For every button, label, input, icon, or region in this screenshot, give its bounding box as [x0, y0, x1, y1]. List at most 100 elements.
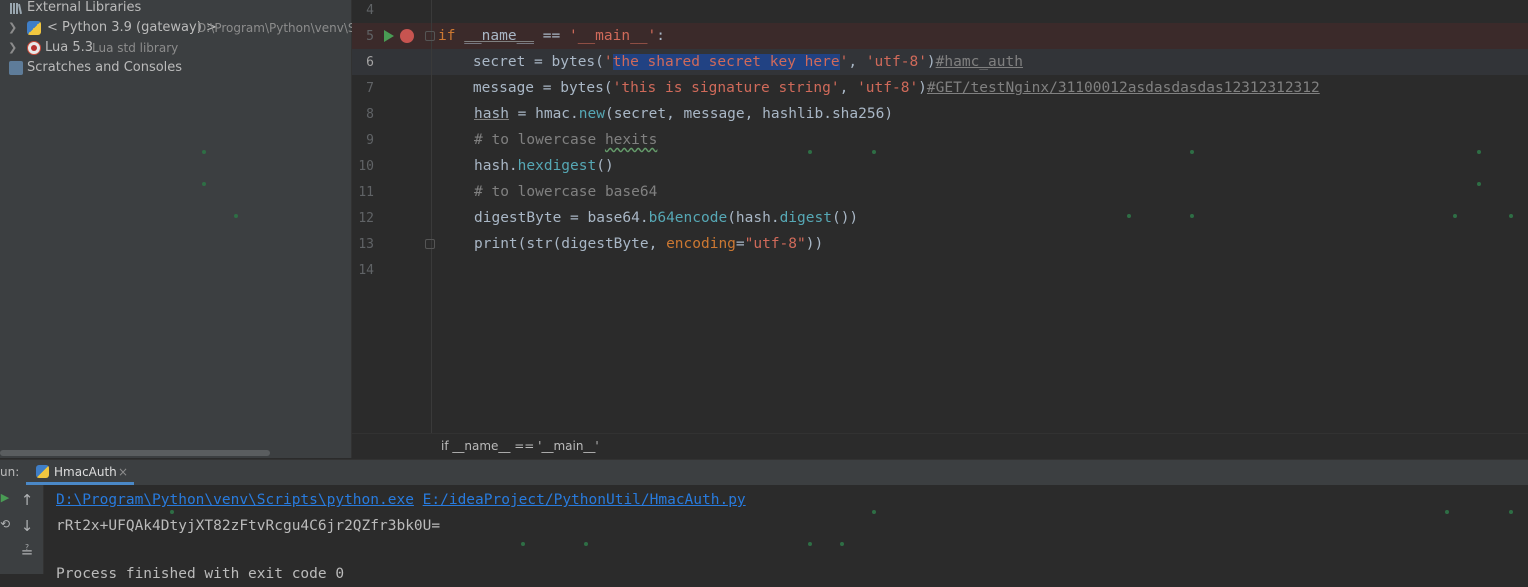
watermark-dot — [1127, 214, 1131, 218]
watermark-dot — [1190, 150, 1194, 154]
code-line-9[interactable]: # to lowercase hexits — [474, 127, 657, 153]
comment-token: #GET/testNginx/31100012asdasdasdas123123… — [926, 80, 1320, 96]
code-token: (secret, message, hashlib.sha256) — [604, 106, 894, 122]
operator-token: = — [735, 236, 745, 252]
code-token: secret = — [438, 54, 552, 70]
line-number: 11 — [358, 185, 374, 200]
code-token: () — [596, 158, 614, 174]
gutter-separator — [431, 0, 432, 433]
tree-item-label: < Python 3.9 (gateway) > — [47, 20, 217, 35]
code-token: = hmac. — [508, 106, 579, 122]
line-number: 7 — [366, 81, 374, 96]
arrow-down-icon[interactable]: ↓ — [16, 516, 38, 536]
code-token: digestByte = base64. — [474, 210, 649, 226]
watermark-dot — [1477, 182, 1481, 186]
fold-marker-icon[interactable] — [425, 239, 435, 249]
comment-token: # to lowercase — [474, 132, 605, 148]
function-token: hexdigest — [517, 158, 597, 174]
run-icon[interactable]: ▶ — [0, 488, 16, 508]
code-line-12[interactable]: digestByte = base64.b64encode(hash.diges… — [474, 205, 858, 231]
tree-item-label: External Libraries — [27, 0, 142, 15]
paren-token: ( — [595, 54, 604, 70]
code-line-10[interactable]: hash.hexdigest() — [474, 153, 614, 179]
breadcrumb[interactable]: if __name__ == '__main__' — [441, 437, 599, 455]
script-link[interactable]: E:/ideaProject/PythonUtil/HmacAuth.py — [423, 492, 746, 508]
line-number: 9 — [366, 133, 374, 148]
line-number: 5 — [366, 29, 374, 44]
code-line-7[interactable]: message = bytes('this is signature strin… — [438, 75, 1320, 101]
run-tab-label[interactable]: HmacAuth — [54, 462, 117, 482]
chevron-right-icon[interactable]: ❯ — [8, 38, 17, 58]
watermark-dot — [202, 182, 206, 186]
watermark-dot — [1190, 214, 1194, 218]
function-token: digest — [779, 210, 832, 226]
console-output-line: rRt2x+UFQAk4DtyjXT82zFtvRcgu4C6jr2QZfr3b… — [56, 518, 441, 534]
fold-marker-icon[interactable] — [425, 31, 435, 41]
line-number: 8 — [366, 107, 374, 122]
string-token: '__main__' — [568, 28, 657, 44]
code-line-5[interactable]: if __name__ == '__main__': — [438, 23, 665, 49]
watermark-dot — [808, 542, 812, 546]
watermark-dot — [1445, 510, 1449, 514]
watermark-dot — [584, 542, 588, 546]
watermark-dot — [1509, 510, 1513, 514]
watermark-dot — [872, 150, 876, 154]
code-token: (str(digestByte, — [517, 236, 667, 252]
function-token: b64encode — [648, 210, 728, 226]
keyword-token: if — [438, 28, 456, 44]
scratches-icon — [9, 61, 23, 75]
run-gutter-icon[interactable] — [384, 30, 394, 42]
line-number: 4 — [366, 3, 374, 18]
python-icon — [27, 21, 41, 35]
arrow-up-icon[interactable]: ↑ — [16, 490, 38, 510]
watermark-dot — [521, 542, 525, 546]
python-icon — [36, 465, 49, 478]
identifier-token: hash — [474, 106, 509, 122]
operator-token: == — [534, 28, 569, 44]
quote-token: ' — [603, 54, 613, 70]
function-token: bytes — [560, 80, 604, 96]
watermark-dot — [872, 510, 876, 514]
comment-token: #hamc_auth — [935, 54, 1023, 70]
chevron-right-icon[interactable]: ❯ — [8, 18, 17, 38]
soft-wrap-icon[interactable]: ≟ — [16, 542, 38, 562]
string-token: 'utf-8' — [865, 54, 927, 70]
watermark-dot — [234, 214, 238, 218]
code-token: ()) — [831, 210, 859, 226]
line-number: 13 — [358, 237, 374, 252]
selected-text[interactable]: the shared secret key here — [612, 54, 840, 70]
code-line-6[interactable]: secret = bytes('the shared secret key he… — [438, 49, 1023, 75]
interpreter-link[interactable]: D:\Program\Python\venv\Scripts\python.ex… — [56, 492, 414, 508]
watermark-dot — [1477, 150, 1481, 154]
comma-token: , — [848, 54, 866, 70]
keyword-arg-token: encoding — [666, 236, 736, 252]
code-token: )) — [805, 236, 824, 252]
paren-token: ) — [926, 54, 936, 70]
code-token: message = — [438, 80, 561, 96]
paren-token: ) — [918, 80, 927, 96]
function-token: bytes — [551, 54, 596, 70]
console-command-line: D:\Program\Python\venv\Scripts\python.ex… — [56, 487, 746, 513]
identifier-token: __name__ — [464, 28, 535, 44]
wrench-icon[interactable]: ⟲ — [0, 514, 16, 534]
run-panel-header — [0, 459, 1528, 485]
paren-token: ( — [603, 80, 613, 96]
code-line-11[interactable]: # to lowercase base64 — [474, 179, 657, 205]
colon-token: : — [656, 28, 666, 44]
watermark-dot — [808, 150, 812, 154]
horizontal-scrollbar[interactable] — [0, 450, 270, 456]
line-number: 6 — [366, 55, 374, 70]
code-line-13[interactable]: print(str(digestByte, encoding="utf-8")) — [474, 231, 823, 257]
close-icon[interactable]: × — [118, 462, 128, 482]
string-token: "utf-8" — [744, 236, 806, 252]
run-toolbar: ▶ ↑ ⟲ ↓ ≟ — [0, 485, 44, 574]
code-line-8[interactable]: hash = hmac.new(secret, message, hashlib… — [474, 101, 893, 127]
string-token: 'utf-8' — [857, 80, 919, 96]
tree-item-description: Lua std library — [92, 41, 179, 55]
watermark-dot — [1453, 214, 1457, 218]
watermark-dot — [840, 542, 844, 546]
function-token: new — [578, 106, 605, 122]
comment-token: # to lowercase base64 — [474, 184, 658, 200]
breakpoint-icon[interactable] — [400, 29, 414, 43]
watermark-dot — [170, 510, 174, 514]
